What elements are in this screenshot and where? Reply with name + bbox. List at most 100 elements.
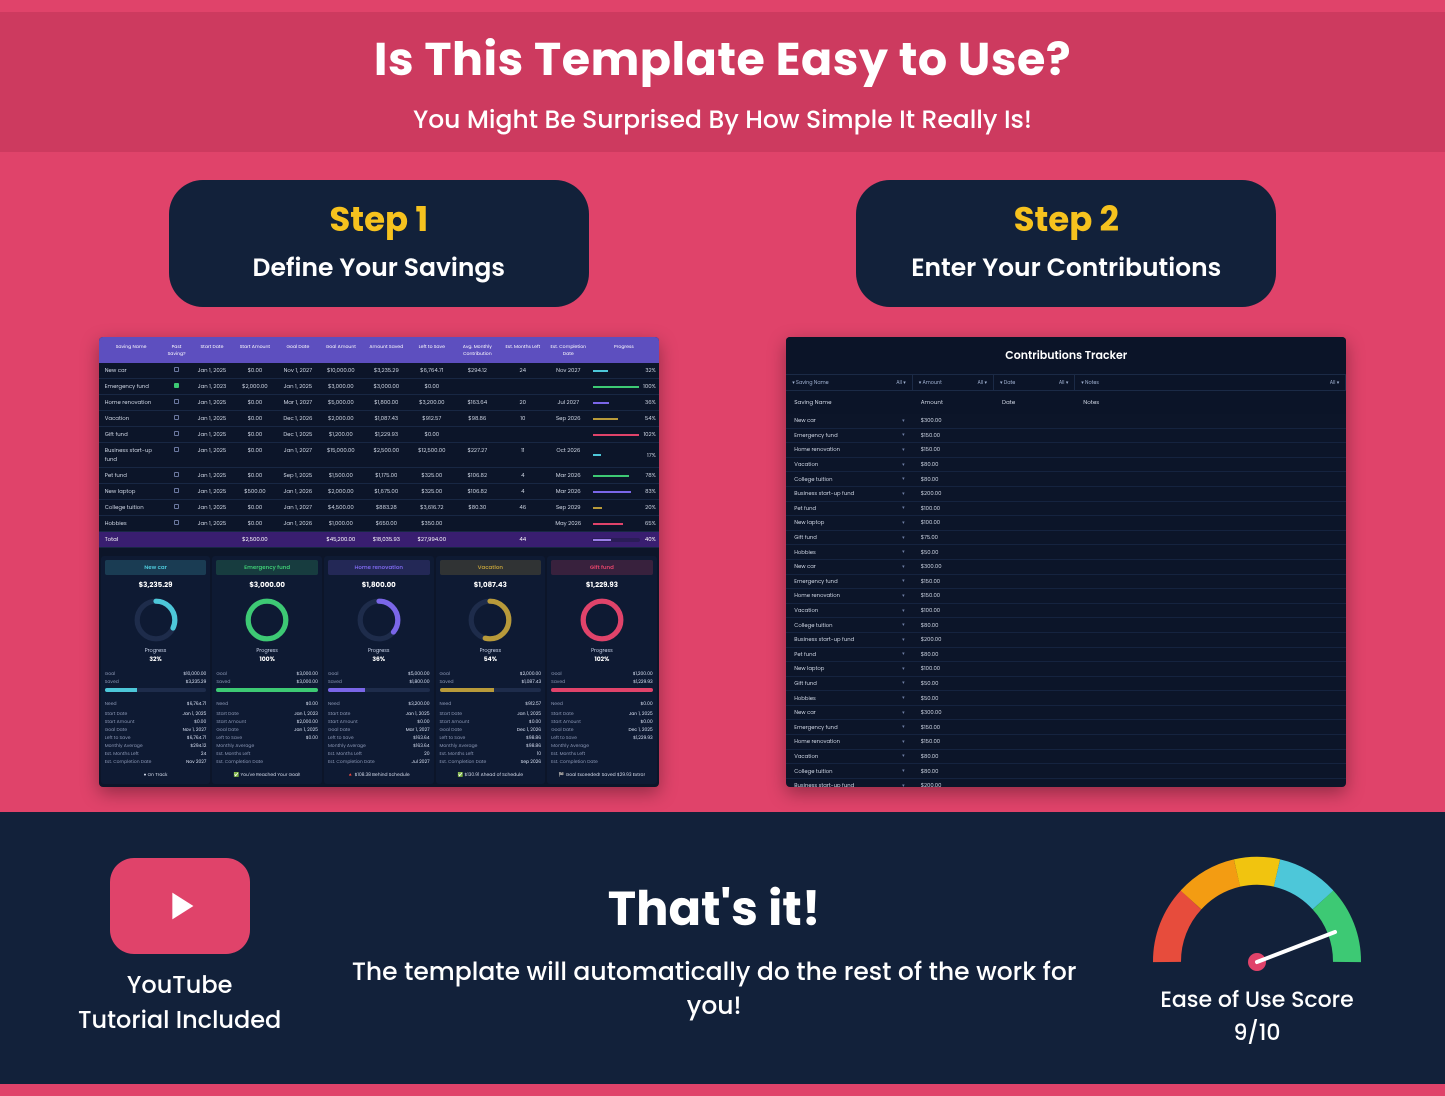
dropdown-icon[interactable]: ▾ (902, 694, 905, 702)
contrib-row: Emergency fund▾$150.00 (786, 575, 1346, 590)
contrib-row: Vacation▾$80.00 (786, 750, 1346, 765)
dropdown-icon[interactable]: ▾ (902, 548, 905, 556)
contrib-filter-row: ▾ Saving NameAll ▾▾ AmountAll ▾▾ DateAll… (786, 374, 1346, 391)
past-saving-checkbox[interactable] (174, 367, 179, 372)
dropdown-icon[interactable]: ▾ (902, 767, 905, 775)
youtube-line2: Tutorial Included (78, 1003, 281, 1038)
dropdown-icon[interactable]: ▾ (902, 607, 905, 615)
savings-header-cell: Goal Date (278, 341, 318, 359)
savings-header-cell: Saving Name (101, 341, 162, 359)
past-saving-checkbox[interactable] (174, 504, 179, 509)
savings-header-cell: Est. Months Left (500, 341, 546, 359)
savings-total-row: Total$2,500.00$45,200.00$18,035.93$27,99… (99, 532, 659, 548)
savings-row: Business start-up fundJan 1, 2025$0.00Ja… (99, 443, 659, 468)
dropdown-icon[interactable]: ▾ (902, 636, 905, 644)
past-saving-checkbox[interactable] (174, 520, 179, 525)
hero-subtitle: You Might Be Surprised By How Simple It … (413, 101, 1032, 139)
step-2-header: Step 2 Enter Your Contributions (856, 180, 1276, 307)
steps-row: Step 1 Define Your Savings Saving NamePa… (0, 152, 1445, 787)
dropdown-icon[interactable]: ▾ (902, 723, 905, 731)
ease-score: 9/10 (1233, 1016, 1280, 1049)
savings-dashboard-screenshot: Saving NamePast Saving?Start DateStart A… (99, 337, 659, 787)
contrib-row: New car▾$300.00 (786, 560, 1346, 575)
thats-it-sub: The template will automatically do the r… (331, 955, 1097, 1023)
contrib-row: Gift fund▾$75.00 (786, 531, 1346, 546)
dropdown-icon[interactable]: ▾ (902, 679, 905, 687)
past-saving-checkbox[interactable] (174, 431, 179, 436)
dropdown-icon[interactable]: ▾ (902, 709, 905, 717)
dropdown-icon[interactable]: ▾ (902, 431, 905, 439)
dropdown-icon[interactable]: ▾ (902, 490, 905, 498)
youtube-play-button[interactable] (110, 858, 250, 954)
savings-row: Emergency fundJan 1, 2023$2,000.00Jan 1,… (99, 379, 659, 395)
dropdown-icon[interactable]: ▾ (902, 519, 905, 527)
savings-row: HobbiesJan 1, 2025$0.00Jan 1, 2026$1,000… (99, 516, 659, 532)
dropdown-icon[interactable]: ▾ (902, 504, 905, 512)
dropdown-icon[interactable]: ▾ (902, 665, 905, 673)
progress-ring (244, 597, 290, 643)
step-2: Step 2 Enter Your Contributions Contribu… (768, 180, 1366, 787)
savings-header-cell: Avg. Monthly Contribution (455, 341, 500, 359)
contrib-filter[interactable]: ▾ AmountAll ▾ (913, 375, 994, 390)
step-2-desc: Enter Your Contributions (900, 249, 1232, 287)
dropdown-icon[interactable]: ▾ (902, 752, 905, 760)
past-saving-checkbox[interactable] (174, 399, 179, 404)
contrib-row: New car▾$300.00 (786, 706, 1346, 721)
contrib-filter[interactable]: ▾ Saving NameAll ▾ (786, 375, 912, 390)
thats-it-title: That's it! (331, 873, 1097, 945)
savings-card: Home renovation$1,800.00Progress36%Goal$… (324, 556, 434, 784)
step-1-label: Step 1 (213, 194, 545, 245)
dropdown-icon[interactable]: ▾ (902, 592, 905, 600)
past-saving-checkbox[interactable] (174, 472, 179, 477)
contrib-row: Vacation▾$100.00 (786, 604, 1346, 619)
contrib-filter[interactable]: ▾ NotesAll ▾ (1075, 375, 1346, 390)
contrib-row: Home renovation▾$150.00 (786, 443, 1346, 458)
progress-ring (467, 597, 513, 643)
savings-header-cell: Progress (591, 341, 657, 359)
dropdown-icon[interactable]: ▾ (902, 446, 905, 454)
contrib-row: Home renovation▾$150.00 (786, 589, 1346, 604)
savings-cards: New car$3,235.29Progress32%Goal$10,000.0… (99, 556, 659, 784)
past-saving-checkbox[interactable] (174, 488, 179, 493)
contrib-row: College tuition▾$80.00 (786, 764, 1346, 779)
contrib-filter[interactable]: ▾ DateAll ▾ (994, 375, 1075, 390)
dropdown-icon[interactable]: ▾ (902, 563, 905, 571)
gauge-icon (1147, 847, 1367, 977)
dropdown-icon[interactable]: ▾ (902, 417, 905, 425)
step-1: Step 1 Define Your Savings Saving NamePa… (80, 180, 678, 787)
past-saving-checkbox[interactable] (174, 383, 179, 388)
contrib-row: Emergency fund▾$150.00 (786, 429, 1346, 444)
savings-row: New laptopJan 1, 2025$500.00Jan 1, 2026$… (99, 484, 659, 500)
dropdown-icon[interactable]: ▾ (902, 782, 905, 787)
dropdown-icon[interactable]: ▾ (902, 461, 905, 469)
savings-row: VacationJan 1, 2025$0.00Dec 1, 2026$2,00… (99, 411, 659, 427)
savings-header-cell: Goal Amount (318, 341, 363, 359)
dropdown-icon[interactable]: ▾ (902, 475, 905, 483)
past-saving-checkbox[interactable] (174, 447, 179, 452)
contrib-title: Contributions Tracker (786, 337, 1346, 374)
step-1-desc: Define Your Savings (213, 249, 545, 287)
savings-row: Pet fundJan 1, 2025$0.00Sep 1, 2025$1,50… (99, 468, 659, 484)
dropdown-icon[interactable]: ▾ (902, 738, 905, 746)
dropdown-icon[interactable]: ▾ (902, 534, 905, 542)
savings-header-cell: Start Amount (232, 341, 278, 359)
step-2-label: Step 2 (900, 194, 1232, 245)
savings-card: Vacation$1,087.43Progress54%Goal$2,000.0… (436, 556, 546, 784)
contrib-row: College tuition▾$80.00 (786, 618, 1346, 633)
contrib-row: Vacation▾$80.00 (786, 458, 1346, 473)
dropdown-icon[interactable]: ▾ (902, 621, 905, 629)
contrib-row: Hobbies▾$50.00 (786, 691, 1346, 706)
ease-label: Ease of Use Score (1160, 983, 1353, 1016)
contrib-row: Home renovation▾$150.00 (786, 735, 1346, 750)
savings-card: New car$3,235.29Progress32%Goal$10,000.0… (101, 556, 211, 784)
savings-row: Gift fundJan 1, 2025$0.00Dec 1, 2025$1,2… (99, 427, 659, 443)
contrib-row: Gift fund▾$50.00 (786, 677, 1346, 692)
dropdown-icon[interactable]: ▾ (902, 577, 905, 585)
step-1-header: Step 1 Define Your Savings (169, 180, 589, 307)
savings-table-header: Saving NamePast Saving?Start DateStart A… (99, 337, 659, 363)
contrib-row: New laptop▾$100.00 (786, 662, 1346, 677)
dropdown-icon[interactable]: ▾ (902, 650, 905, 658)
progress-ring (133, 597, 179, 643)
contrib-row: Pet fund▾$100.00 (786, 502, 1346, 517)
past-saving-checkbox[interactable] (174, 415, 179, 420)
